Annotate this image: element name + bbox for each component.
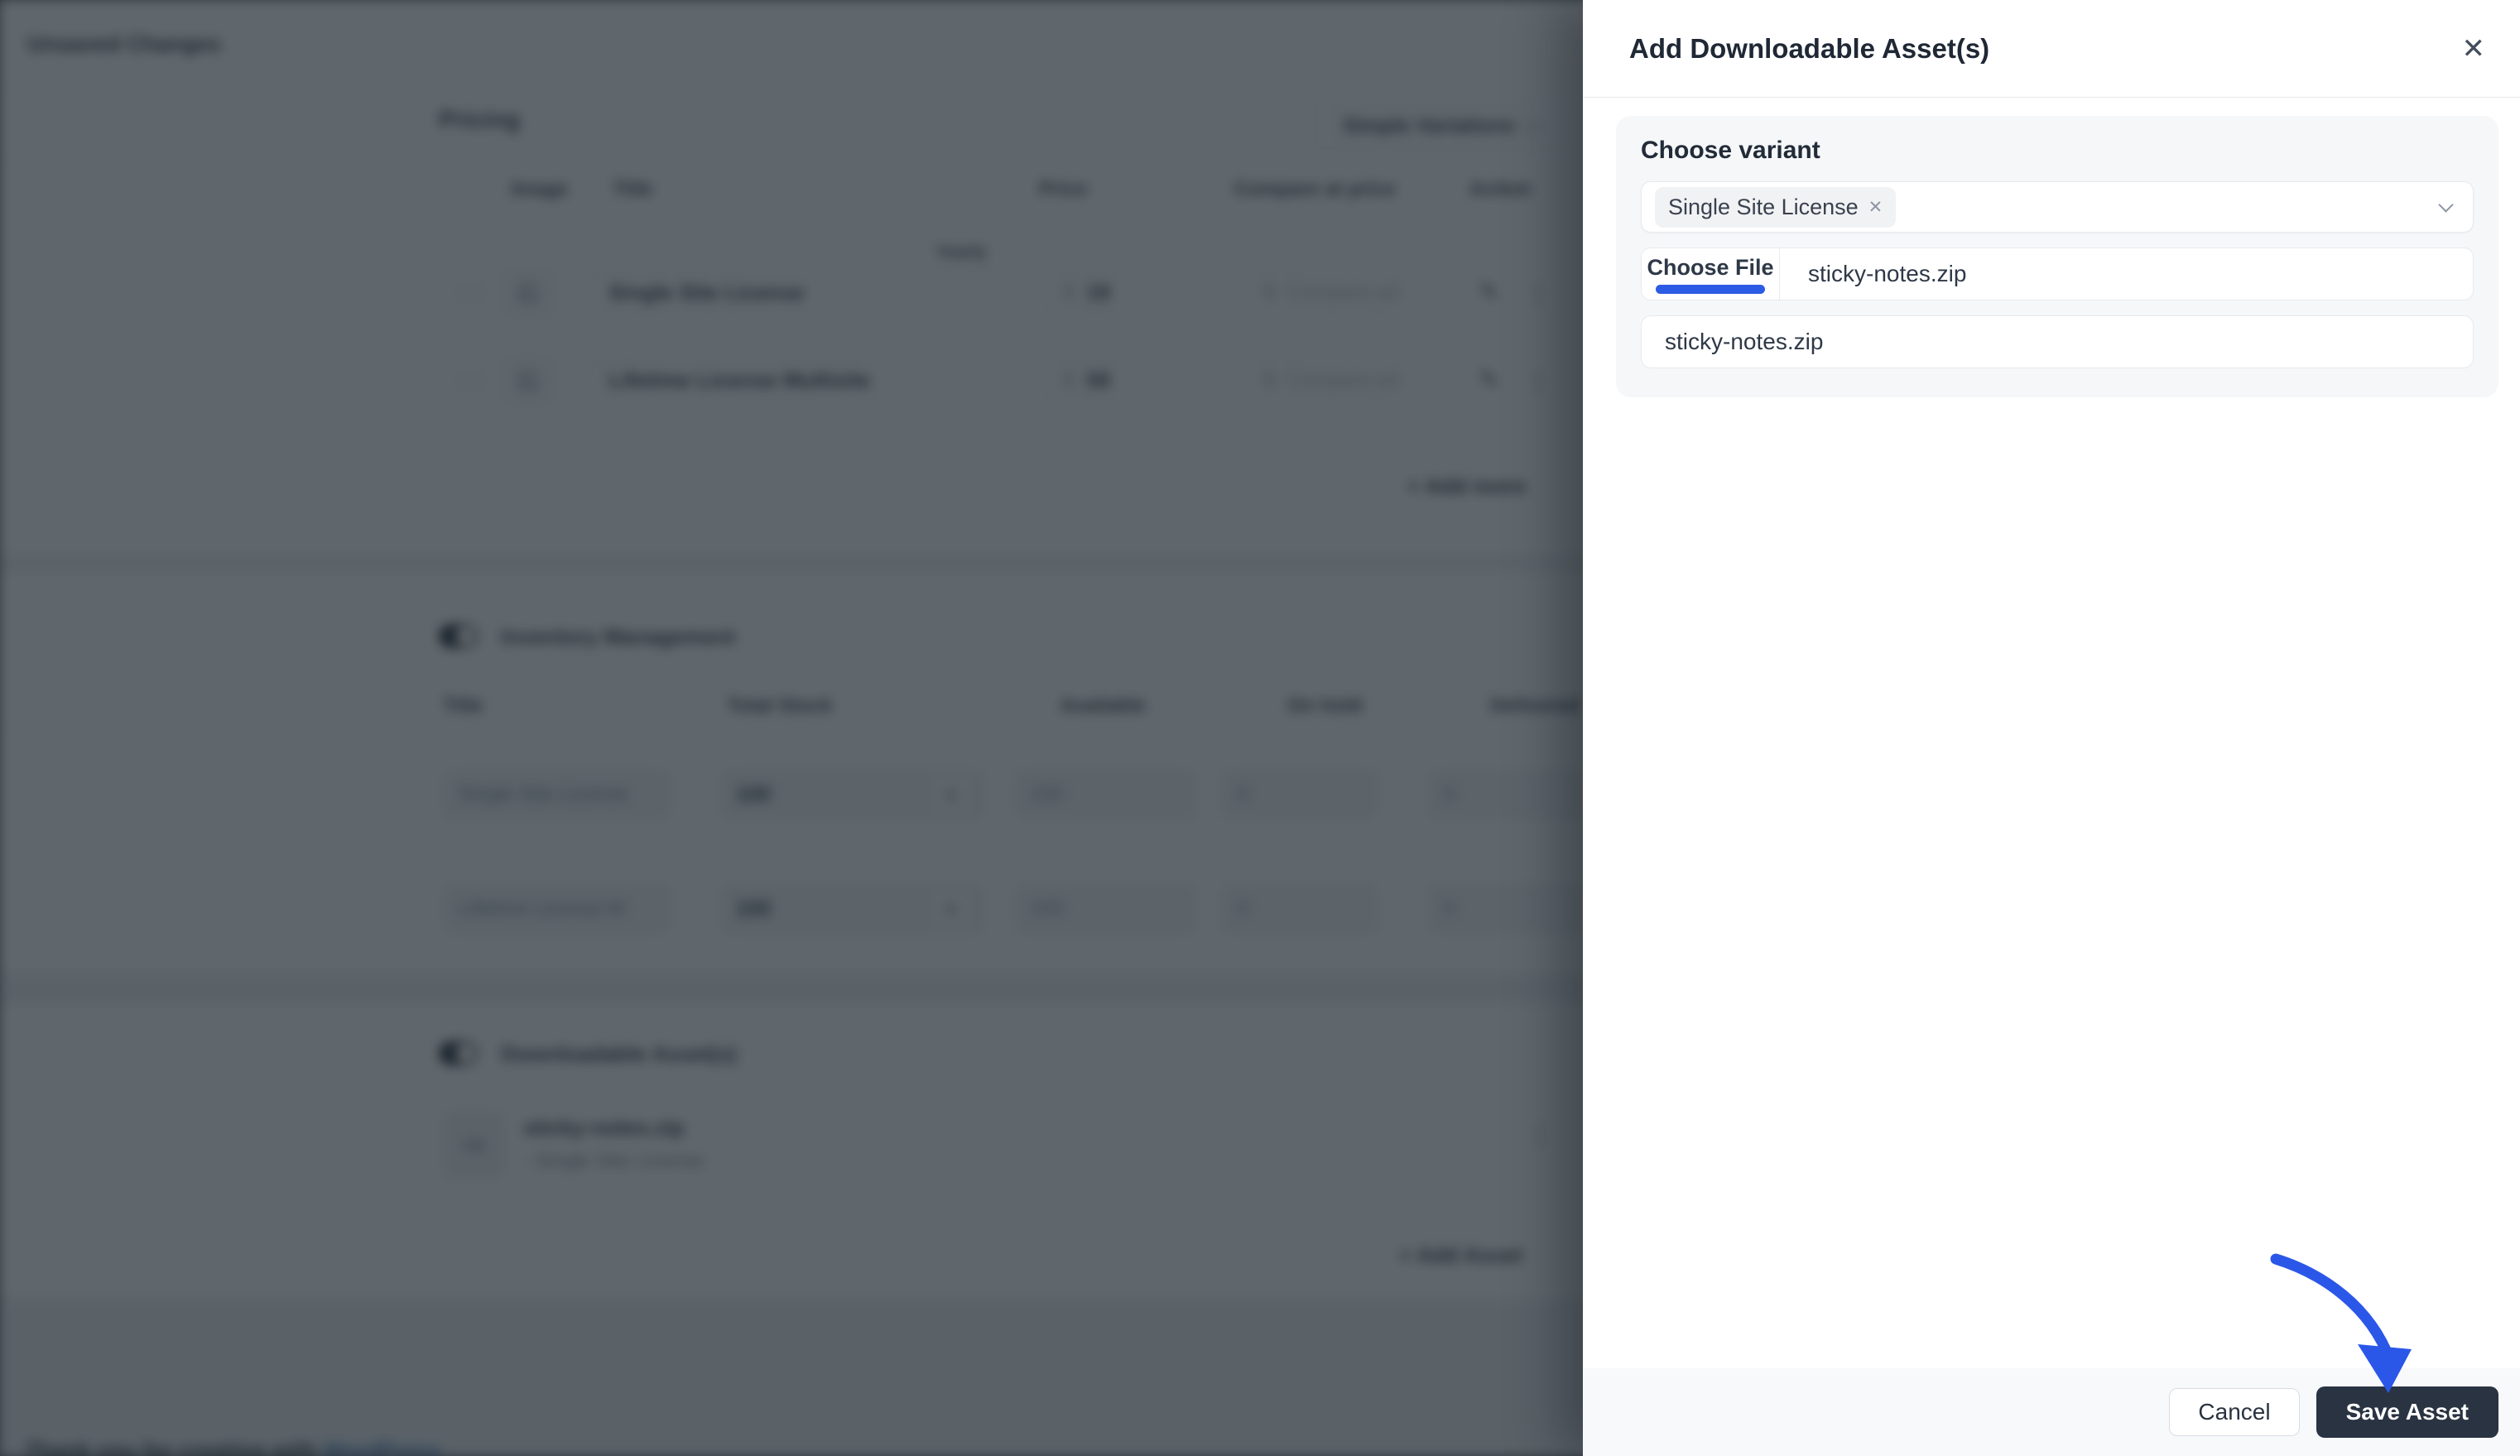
upload-progress-bar xyxy=(1656,284,1765,294)
chosen-file-name: sticky-notes.zip xyxy=(1808,261,1967,286)
add-downloadable-asset-modal: Add Downloadable Asset(s) ✕ Choose varia… xyxy=(1583,0,2520,1456)
choose-file-button[interactable]: Choose File xyxy=(1642,248,1780,300)
screen: Unsaved Changes Pricing Simple Variation… xyxy=(0,0,2520,1456)
close-icon[interactable]: ✕ xyxy=(2462,35,2486,63)
cancel-button[interactable]: Cancel xyxy=(2169,1388,2300,1436)
remove-chip-icon[interactable]: ✕ xyxy=(1868,197,1883,218)
chip-label: Single Site License xyxy=(1668,194,1859,219)
asset-name-input[interactable] xyxy=(1641,315,2474,368)
save-asset-button[interactable]: Save Asset xyxy=(2316,1386,2498,1438)
modal-header: Add Downloadable Asset(s) ✕ xyxy=(1583,0,2520,98)
file-upload-field: Choose File sticky-notes.zip xyxy=(1641,247,2474,300)
selected-variant-chip: Single Site License ✕ xyxy=(1655,186,1897,228)
variant-multiselect[interactable]: Single Site License ✕ xyxy=(1641,181,2474,233)
modal-title: Add Downloadable Asset(s) xyxy=(1629,32,1990,64)
asset-form-card: Choose variant Single Site License ✕ Cho… xyxy=(1616,116,2498,397)
choose-file-label: Choose File xyxy=(1647,254,1774,280)
modal-footer: Cancel Save Asset xyxy=(1583,1368,2520,1456)
chevron-down-icon xyxy=(2438,196,2454,213)
choose-variant-label: Choose variant xyxy=(1641,137,1820,164)
